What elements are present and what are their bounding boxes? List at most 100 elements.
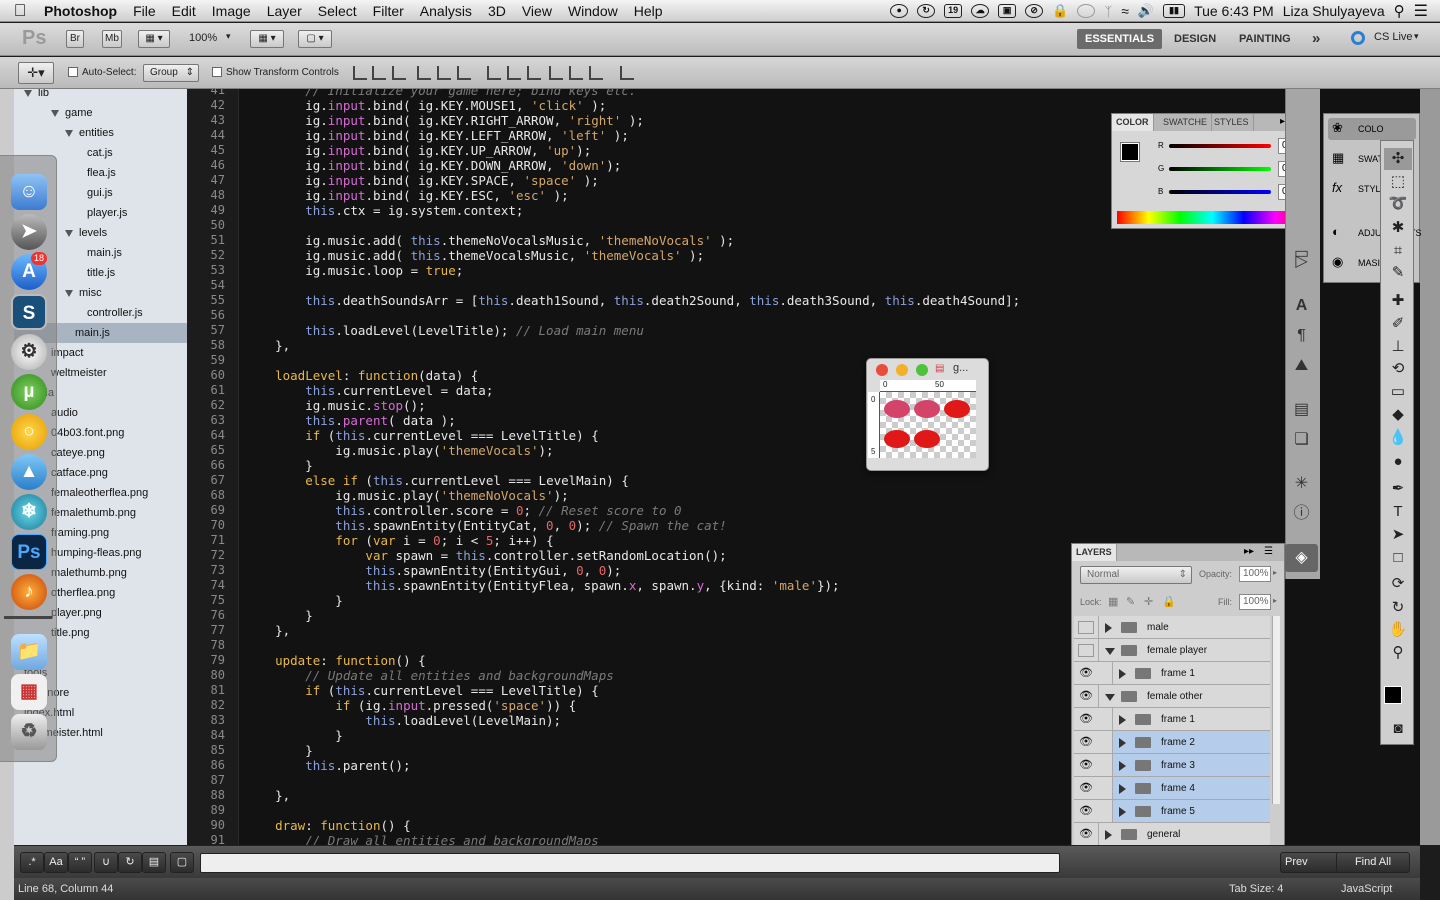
whole-word-toggle[interactable]: “ ”: [68, 852, 92, 873]
align-distribute-icon[interactable]: [372, 66, 386, 80]
code-line[interactable]: ig.music.play('themeNoVocals');: [245, 488, 568, 503]
spot-healing-tool-icon[interactable]: ✚: [1384, 290, 1412, 312]
downloads-folder-icon[interactable]: 📁: [11, 634, 47, 670]
tree-file[interactable]: framing.png: [51, 523, 109, 543]
audio-app-icon[interactable]: ♪: [11, 574, 47, 610]
code-line[interactable]: // Draw all entities and backgroundMaps: [245, 833, 599, 845]
disclosure-triangle-icon[interactable]: [65, 229, 73, 237]
code-line[interactable]: ig.input.bind( ig.KEY.MOUSE1, 'click' );: [245, 98, 606, 113]
align-distribute-icon[interactable]: [620, 66, 634, 80]
tree-file[interactable]: controller.js: [87, 303, 143, 323]
tab-layers[interactable]: LAYERS: [1072, 544, 1117, 561]
code-line[interactable]: this.parent();: [245, 758, 410, 773]
code-line[interactable]: this.ctx = ig.system.context;: [245, 203, 523, 218]
workspace-essentials[interactable]: ESSENTIALS: [1077, 29, 1163, 49]
masks-icon[interactable]: ◉: [1332, 254, 1343, 270]
tree-file[interactable]: catface.png: [51, 463, 108, 483]
3d-orbit-tool-icon[interactable]: ↻: [1384, 597, 1412, 619]
menu-help[interactable]: Help: [626, 3, 671, 19]
styles-fx-icon[interactable]: fx: [1332, 180, 1342, 195]
clone-source-panel-icon[interactable]: ❏: [1285, 426, 1318, 454]
close-button[interactable]: [876, 364, 888, 376]
align-distribute-icon[interactable]: [392, 66, 406, 80]
layer-row[interactable]: 👁 general: [1074, 823, 1270, 846]
3d-panel-icon[interactable]: ✳: [1285, 470, 1318, 498]
workspace-design[interactable]: DESIGN: [1166, 29, 1224, 49]
adjustments-collapsed-label[interactable]: ADJU: [1358, 228, 1382, 238]
tray-sync-icon[interactable]: ↻: [917, 4, 936, 18]
expand-arrow-icon[interactable]: [1105, 694, 1115, 701]
blur-tool-icon[interactable]: 💧: [1384, 427, 1412, 449]
code-line[interactable]: ig.input.bind( ig.KEY.ESC, 'esc' );: [245, 188, 568, 203]
code-line[interactable]: }: [245, 593, 343, 608]
menu-window[interactable]: Window: [560, 3, 626, 19]
expand-arrow-icon[interactable]: [1105, 830, 1112, 840]
lock-position-icon[interactable]: ✛: [1144, 595, 1153, 608]
expand-arrow-icon[interactable]: [1119, 715, 1126, 725]
align-distribute-icon[interactable]: [487, 66, 501, 80]
menu-filter[interactable]: Filter: [365, 3, 412, 19]
tab-styles[interactable]: STYLES: [1210, 114, 1254, 131]
crop-tool-icon[interactable]: ⌗: [1384, 240, 1412, 262]
code-line[interactable]: ig.music.add( this.themeVocalsMusic, 'th…: [245, 248, 704, 263]
character-panel-icon[interactable]: A: [1285, 292, 1318, 320]
workspace-painting[interactable]: PAINTING: [1231, 29, 1299, 49]
code-line[interactable]: }: [245, 728, 343, 743]
align-distribute-icon[interactable]: [589, 66, 603, 80]
screen-mode-button[interactable]: ▢ ▾: [298, 30, 332, 48]
expand-arrow-icon[interactable]: [1105, 648, 1115, 655]
code-line[interactable]: update: function() {: [245, 653, 426, 668]
lasso-tool-icon[interactable]: ➰: [1384, 193, 1412, 215]
lock-icon[interactable]: 🔒: [1052, 3, 1068, 19]
code-line[interactable]: draw: function() {: [245, 818, 411, 833]
tree-folder[interactable]: game: [51, 103, 93, 123]
code-line[interactable]: // Initialize your game here; bind keys …: [245, 89, 636, 98]
menu-file[interactable]: File: [125, 3, 164, 19]
align-distribute-icon[interactable]: [417, 66, 431, 80]
align-distribute-icon[interactable]: [457, 66, 471, 80]
eye-visibility-icon[interactable]: 👁: [1078, 805, 1094, 818]
history-brush-tool-icon[interactable]: ⟲: [1384, 358, 1412, 380]
code-line[interactable]: }: [245, 458, 313, 473]
minimize-button[interactable]: [896, 364, 908, 376]
quick-mask-icon[interactable]: ◙: [1384, 718, 1412, 740]
green-slider[interactable]: [1169, 167, 1271, 171]
code-line[interactable]: ig.input.bind( ig.KEY.SPACE, 'space' );: [245, 173, 599, 188]
code-line[interactable]: for (var i = 0; i < 5; i++) {: [245, 533, 553, 548]
code-line[interactable]: this.deathSoundsArr = [this.death1Sound,…: [245, 293, 1020, 308]
auto-select-checkbox[interactable]: [68, 67, 81, 78]
reverse-direction-toggle[interactable]: ∪: [94, 852, 118, 873]
info-panel-icon[interactable]: ⓘ: [1285, 500, 1318, 528]
code-line[interactable]: ig.music.loop = true;: [245, 263, 463, 278]
align-distribute-icon[interactable]: [549, 66, 563, 80]
code-line[interactable]: this.loadLevel(LevelTitle); // Load main…: [245, 323, 644, 338]
tab-size-menu[interactable]: Tab Size: 4: [1229, 878, 1283, 900]
tree-file[interactable]: femaleotherflea.png: [51, 483, 148, 503]
menu-edit[interactable]: Edit: [164, 3, 204, 19]
code-line[interactable]: this.spawnEntity(EntityCat, 0, 0); // Sp…: [245, 518, 726, 533]
paint-bucket-tool-icon[interactable]: ◆: [1384, 404, 1412, 426]
case-sensitive-toggle[interactable]: Aa: [44, 852, 68, 873]
shape-tool-icon[interactable]: □: [1384, 547, 1412, 569]
dodge-tool-icon[interactable]: ●: [1384, 451, 1412, 473]
code-line[interactable]: this.spawnEntity(EntityGui, 0, 0);: [245, 563, 621, 578]
eraser-tool-icon[interactable]: ▭: [1384, 381, 1412, 403]
opacity-value[interactable]: 100%: [1239, 566, 1271, 582]
cs-live-icon[interactable]: [1351, 31, 1365, 45]
tree-file[interactable]: cateye.png: [51, 443, 105, 463]
display-icon[interactable]: ▣: [998, 4, 1017, 18]
blue-slider[interactable]: [1169, 190, 1271, 194]
menu-3d[interactable]: 3D: [480, 3, 514, 19]
auto-select-mode-select[interactable]: Group ⇕: [143, 64, 199, 82]
time-machine-icon[interactable]: ⊘: [1025, 4, 1044, 18]
tree-file[interactable]: weltmeister: [51, 363, 107, 383]
arrange-documents-button[interactable]: ▦ ▾: [250, 30, 284, 48]
syntax-menu[interactable]: JavaScript: [1341, 878, 1392, 900]
magic-wand-tool-icon[interactable]: ✱: [1384, 217, 1412, 239]
cyberduck-icon[interactable]: ⚙: [11, 334, 47, 370]
in-selection-toggle[interactable]: ▤: [142, 852, 166, 873]
code-line[interactable]: },: [245, 788, 290, 803]
s-app-icon[interactable]: S: [11, 294, 47, 330]
code-line[interactable]: loadLevel: function(data) {: [245, 368, 478, 383]
lock-all-icon[interactable]: 🔒: [1162, 595, 1176, 608]
